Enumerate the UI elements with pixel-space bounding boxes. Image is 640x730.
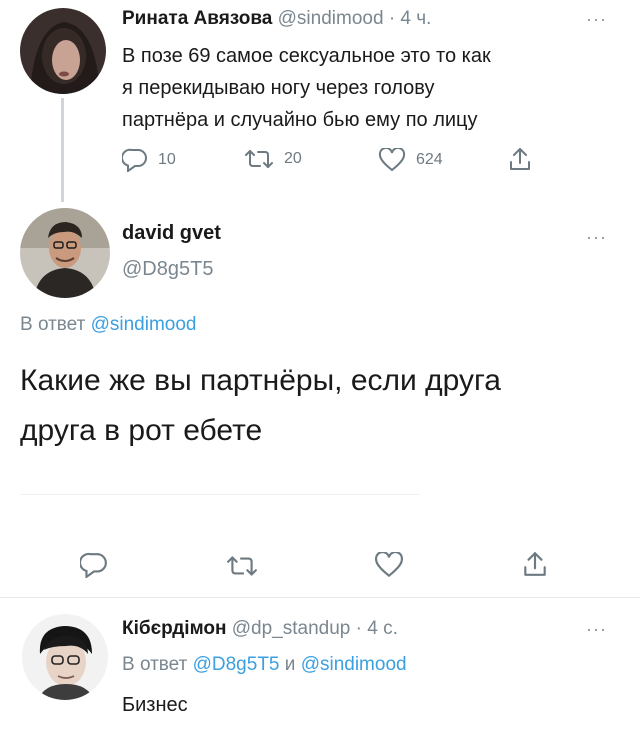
- reply-context: В ответ @D8g5T5 и @sindimood: [122, 654, 407, 676]
- tweet-timestamp[interactable]: · 4 с.: [356, 618, 398, 639]
- tweet-text-line: друга в рот ебете: [20, 414, 263, 447]
- retweet-count: 20: [284, 150, 302, 167]
- reply-icon: [122, 148, 148, 172]
- share-icon: [508, 146, 532, 172]
- meta-divider: [20, 494, 420, 495]
- avatar-image: [22, 614, 108, 700]
- tweet-header: Рината Авязова @sindimood · 4 ч.: [122, 8, 431, 30]
- tweet-text-line: я перекидываю ногу через голову: [122, 77, 435, 99]
- share-icon: [522, 550, 548, 578]
- thread-connector-line: [61, 98, 64, 202]
- avatar-image: [20, 8, 106, 94]
- retweet-icon: [226, 554, 258, 578]
- reply-to-handle[interactable]: @sindimood: [91, 314, 197, 335]
- like-count: 624: [416, 151, 443, 168]
- like-button[interactable]: [374, 552, 404, 578]
- reply-button[interactable]: [80, 552, 108, 578]
- reply-context: В ответ @sindimood: [20, 314, 197, 336]
- tweet-text: Бизнес: [122, 694, 188, 716]
- reply-to-label: В ответ: [122, 654, 188, 675]
- reply-to-label: В ответ: [20, 314, 86, 335]
- tweet-timestamp[interactable]: · 4 ч.: [389, 8, 432, 29]
- tweet-text: В позе 69 самое сексуальное это то как я…: [122, 40, 491, 136]
- reply-to-joiner: и: [284, 654, 296, 675]
- reply-count: 10: [158, 151, 176, 168]
- avatar[interactable]: [22, 614, 108, 700]
- avatar-image: [20, 208, 110, 298]
- tweet-text-line: партнёра и случайно бью ему по лицу: [122, 109, 478, 131]
- author-name[interactable]: david gvet: [122, 222, 221, 245]
- tweet-text-line: В позе 69 самое сексуальное это то как: [122, 45, 491, 67]
- retweet-button[interactable]: 20: [244, 148, 302, 170]
- heart-icon: [374, 552, 404, 578]
- tweet-divider: [0, 597, 640, 598]
- reply-button[interactable]: 10: [122, 148, 176, 172]
- tweet-text: Какие же вы партнёры, если друга друга в…: [20, 356, 501, 456]
- author-handle[interactable]: @D8g5T5: [122, 258, 213, 281]
- like-button[interactable]: 624: [378, 148, 443, 172]
- avatar[interactable]: [20, 8, 106, 94]
- more-icon[interactable]: ···: [586, 10, 607, 28]
- reply-to-handle[interactable]: @D8g5T5: [193, 654, 280, 675]
- share-button[interactable]: [522, 550, 548, 578]
- retweet-icon: [244, 148, 274, 170]
- heart-icon: [378, 148, 406, 172]
- reply-to-handle[interactable]: @sindimood: [301, 654, 407, 675]
- avatar[interactable]: [20, 208, 110, 298]
- tweet-header: Кібєрдімон @dp_standup · 4 с.: [122, 618, 398, 640]
- more-icon[interactable]: ···: [586, 228, 607, 246]
- author-name[interactable]: Рината Авязова: [122, 8, 272, 29]
- author-handle[interactable]: @dp_standup: [232, 618, 351, 639]
- author-handle[interactable]: @sindimood: [278, 8, 384, 29]
- retweet-button[interactable]: [226, 554, 258, 578]
- reply-icon: [80, 552, 108, 578]
- tweet-text-line: Какие же вы партнёры, если друга: [20, 364, 501, 397]
- more-icon[interactable]: ···: [586, 620, 607, 638]
- author-name[interactable]: Кібєрдімон: [122, 618, 226, 639]
- share-button[interactable]: [508, 146, 532, 172]
